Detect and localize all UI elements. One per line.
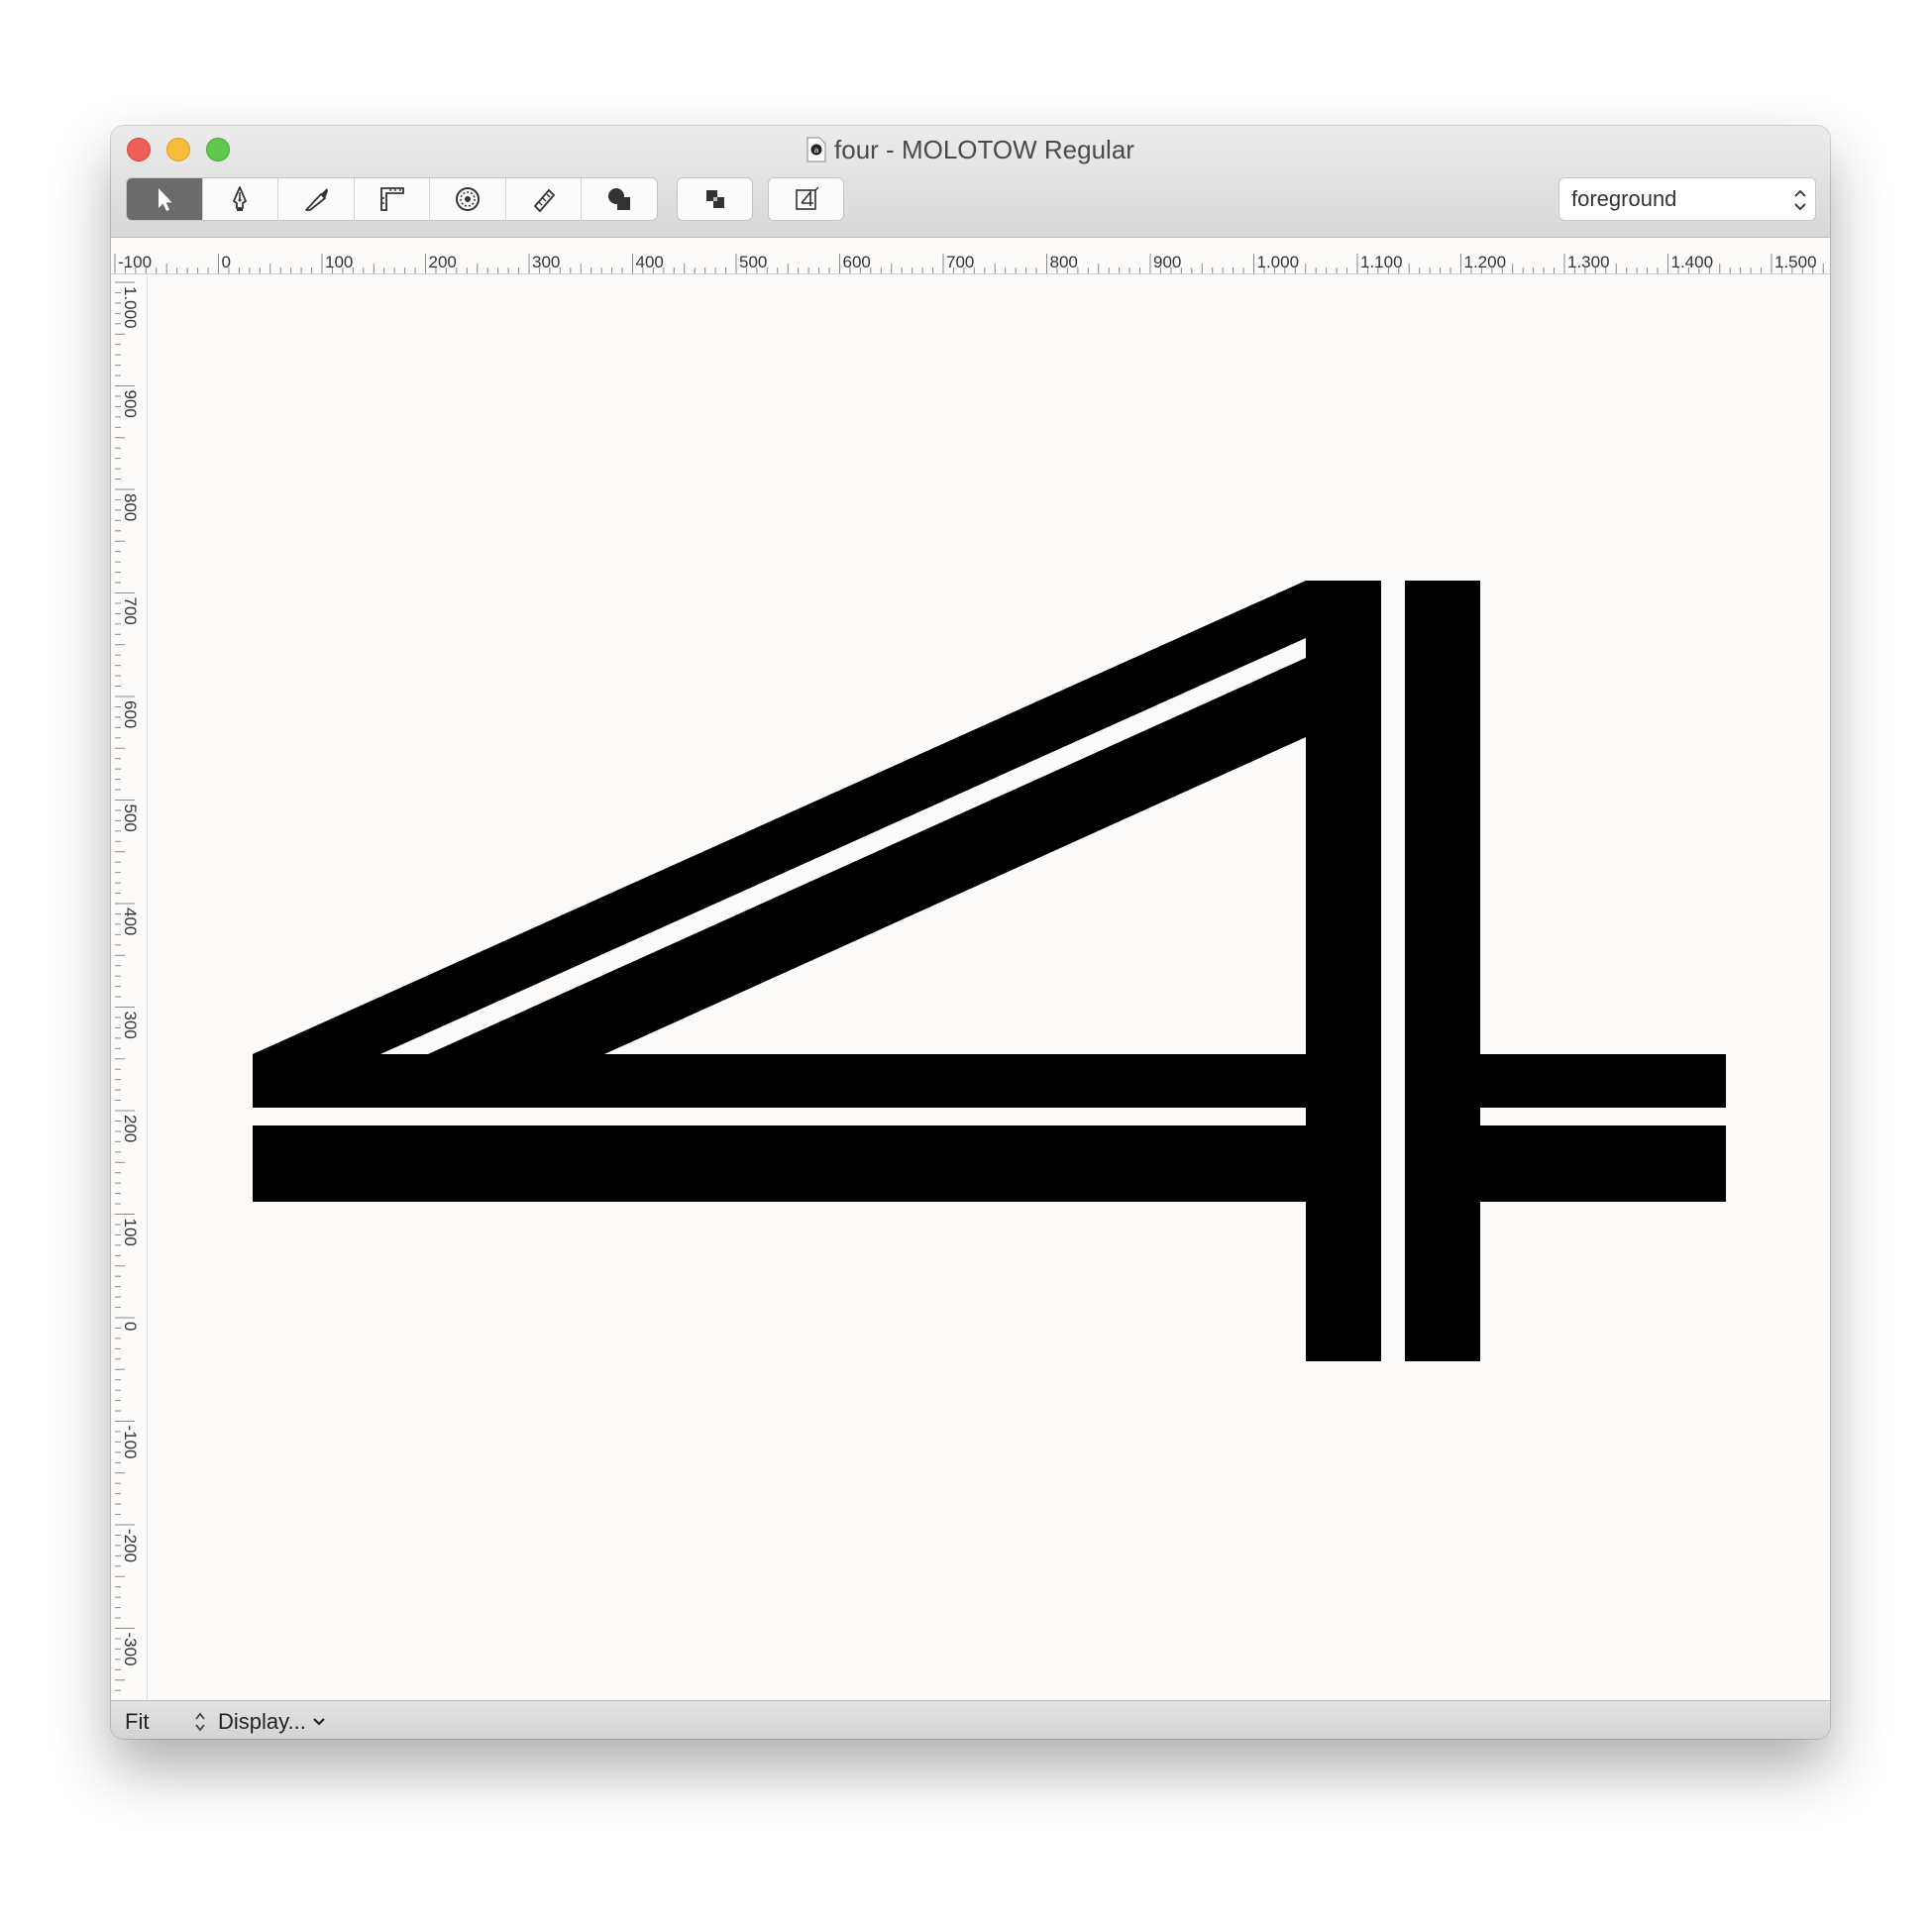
- ruler-label: 500: [739, 253, 767, 271]
- ruler-label: 300: [121, 1012, 140, 1039]
- ruler-label: 800: [1050, 253, 1078, 271]
- title-bar[interactable]: a four - MOLOTOW Regular foreground: [111, 126, 1830, 238]
- shapes-tool-button[interactable]: [430, 178, 506, 220]
- glyph-canvas[interactable]: [148, 274, 1830, 1701]
- zoom-fit-label[interactable]: Fit: [125, 1709, 149, 1735]
- boolean-tool-button[interactable]: [582, 178, 657, 220]
- font-document-icon: a: [806, 137, 826, 162]
- shapes-wheel-icon: [456, 187, 481, 211]
- layer-select-value: foreground: [1571, 186, 1677, 211]
- measuring-tape-icon: [533, 188, 555, 213]
- ruler-label: 500: [121, 804, 140, 832]
- ruler-label: -200: [121, 1529, 140, 1562]
- glyph-preview-button[interactable]: [769, 178, 843, 220]
- window-title: four - MOLOTOW Regular: [834, 135, 1134, 164]
- ruler-label: -300: [121, 1633, 140, 1666]
- ruler-label: 100: [325, 253, 353, 271]
- pen-nib-icon: [233, 186, 248, 211]
- ruler-label: 700: [946, 253, 974, 271]
- ruler-label: 1.200: [1464, 253, 1507, 271]
- pen-tool-button[interactable]: [203, 178, 279, 220]
- overlapping-shapes-icon: [608, 188, 631, 210]
- ruler-label: 600: [121, 700, 140, 728]
- vertical-ruler[interactable]: 1.000 900 800 700 600 500 400 300 200 100 0 -100 -20…: [111, 274, 148, 1701]
- glyph-editor-window: a four - MOLOTOW Regular foreground -100…: [111, 126, 1830, 1739]
- ruler-label: 600: [843, 253, 871, 271]
- ruler-label: 1.000: [121, 286, 140, 329]
- display-menu-label: Display...: [218, 1709, 306, 1734]
- layer-select[interactable]: foreground: [1558, 177, 1816, 221]
- knife-icon: [305, 188, 328, 211]
- glyph-button-group: [768, 177, 844, 221]
- tool-palette: [126, 177, 658, 221]
- ruler-label: 100: [121, 1219, 140, 1246]
- ruler-label: 900: [1153, 253, 1181, 271]
- ruler-label: 1.100: [1360, 253, 1403, 271]
- ruler-label: 1.500: [1774, 253, 1817, 271]
- up-down-chevron-icon: [1794, 189, 1806, 211]
- glyph-four-outline[interactable]: [253, 581, 1726, 1361]
- ruler-label: -100: [121, 1426, 140, 1459]
- overlap-button-group: [677, 177, 753, 221]
- window-title-area: a four - MOLOTOW Regular: [111, 134, 1830, 165]
- ruler-label: 300: [532, 253, 560, 271]
- display-menu-button[interactable]: Display...: [194, 1709, 326, 1735]
- measure-tool-button[interactable]: [506, 178, 583, 220]
- ruler-label: 700: [121, 597, 140, 625]
- overlap-button[interactable]: [678, 178, 752, 220]
- ruler-label: 900: [121, 390, 140, 418]
- knife-tool-button[interactable]: [278, 178, 355, 220]
- chevron-down-icon: [313, 1718, 325, 1726]
- pointer-tool-button[interactable]: [127, 178, 203, 220]
- glyph-preview-icon: [795, 186, 818, 210]
- ruler-label: 200: [121, 1115, 140, 1142]
- ruler-label: 1.400: [1671, 253, 1714, 271]
- ruler-label: 1.000: [1257, 253, 1300, 271]
- horizontal-ruler[interactable]: -100 0 100 200 300 400 500 600 700 800 900 1.000 1.1…: [111, 238, 1830, 274]
- arrow-pointer-icon: [158, 188, 172, 211]
- svg-text:a: a: [814, 146, 819, 155]
- ruler-label: 1.300: [1567, 253, 1610, 271]
- up-down-chevron-icon: [195, 1712, 205, 1732]
- ruler-label: 800: [121, 493, 140, 521]
- status-bar: Fit Display...: [111, 1700, 1830, 1739]
- ruler-icon: [379, 187, 404, 211]
- ruler-tool-button[interactable]: [355, 178, 431, 220]
- ruler-label: 0: [222, 253, 231, 271]
- ruler-label: 0: [121, 1322, 140, 1331]
- ruler-label: -100: [118, 253, 152, 271]
- ruler-label: 400: [121, 908, 140, 935]
- ruler-label: 200: [429, 253, 457, 271]
- ruler-label: 400: [636, 253, 664, 271]
- overlap-squares-icon: [705, 190, 724, 208]
